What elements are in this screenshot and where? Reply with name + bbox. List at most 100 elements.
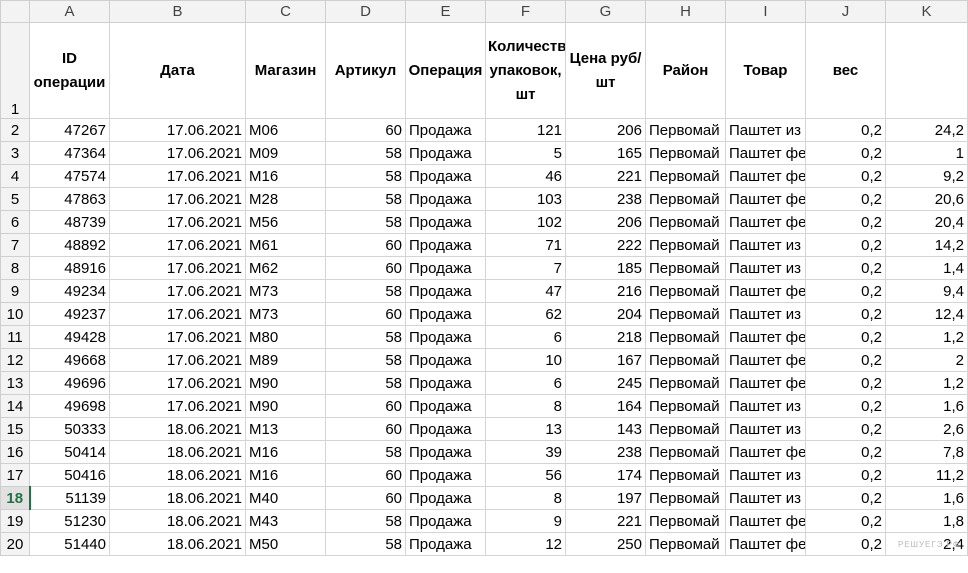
cell-f[interactable]: 12 bbox=[485, 532, 566, 556]
cell-a[interactable]: 47364 bbox=[29, 141, 110, 165]
cell-i[interactable]: Паштет из bbox=[725, 302, 806, 326]
cell-d[interactable]: 60 bbox=[325, 486, 406, 510]
cell-a[interactable]: 49428 bbox=[29, 325, 110, 349]
cell-b[interactable]: 18.06.2021 bbox=[109, 440, 246, 464]
cell-b[interactable]: 17.06.2021 bbox=[109, 210, 246, 234]
cell-j[interactable]: 0,2 bbox=[805, 118, 886, 142]
cell-g[interactable]: 206 bbox=[565, 118, 646, 142]
cell-g[interactable]: 245 bbox=[565, 371, 646, 395]
cell-d[interactable]: 58 bbox=[325, 164, 406, 188]
cell-g[interactable]: 167 bbox=[565, 348, 646, 372]
cell-d[interactable]: 60 bbox=[325, 417, 406, 441]
cell-j[interactable]: 0,2 bbox=[805, 348, 886, 372]
cell-i[interactable]: Паштет фе bbox=[725, 440, 806, 464]
cell-d[interactable]: 58 bbox=[325, 509, 406, 533]
cell-f[interactable]: 8 bbox=[485, 486, 566, 510]
cell-j[interactable]: 0,2 bbox=[805, 279, 886, 303]
cell-h[interactable]: Первомай bbox=[645, 279, 726, 303]
cell-e[interactable]: Продажа bbox=[405, 141, 486, 165]
column-header-k[interactable]: K bbox=[885, 0, 968, 23]
cell-f[interactable]: 71 bbox=[485, 233, 566, 257]
cell-j[interactable]: 0,2 bbox=[805, 256, 886, 280]
cell-k[interactable]: 11,2 bbox=[885, 463, 968, 487]
cell-k[interactable]: 9,4 bbox=[885, 279, 968, 303]
cell-i[interactable]: Паштет из bbox=[725, 486, 806, 510]
cell-d[interactable]: 58 bbox=[325, 187, 406, 211]
cell-e[interactable]: Продажа bbox=[405, 233, 486, 257]
cell-b[interactable]: 17.06.2021 bbox=[109, 348, 246, 372]
cell-d[interactable]: 58 bbox=[325, 371, 406, 395]
cell-a[interactable]: 50414 bbox=[29, 440, 110, 464]
cell-a[interactable]: 48892 bbox=[29, 233, 110, 257]
cell-b[interactable]: 17.06.2021 bbox=[109, 118, 246, 142]
cell-h[interactable]: Первомай bbox=[645, 509, 726, 533]
cell-c[interactable]: M16 bbox=[245, 164, 326, 188]
row-header[interactable]: 14 bbox=[0, 394, 30, 418]
cell-c[interactable]: M16 bbox=[245, 463, 326, 487]
cell-f[interactable]: 121 bbox=[485, 118, 566, 142]
cell-a[interactable]: 51230 bbox=[29, 509, 110, 533]
cell-g[interactable]: 174 bbox=[565, 463, 646, 487]
cell-a[interactable]: 47863 bbox=[29, 187, 110, 211]
cell-c[interactable]: M50 bbox=[245, 532, 326, 556]
cell-g[interactable]: 250 bbox=[565, 532, 646, 556]
cell-i[interactable]: Паштет из bbox=[725, 417, 806, 441]
cell-k[interactable]: 20,6 bbox=[885, 187, 968, 211]
cell-i[interactable]: Паштет фе bbox=[725, 141, 806, 165]
cell-e[interactable]: Продажа bbox=[405, 509, 486, 533]
cell-b[interactable]: 17.06.2021 bbox=[109, 302, 246, 326]
header-cell-k[interactable] bbox=[885, 22, 968, 119]
column-header-h[interactable]: H bbox=[645, 0, 726, 23]
cell-b[interactable]: 18.06.2021 bbox=[109, 417, 246, 441]
cell-k[interactable]: 1,2 bbox=[885, 371, 968, 395]
cell-c[interactable]: M16 bbox=[245, 440, 326, 464]
column-header-g[interactable]: G bbox=[565, 0, 646, 23]
column-header-e[interactable]: E bbox=[405, 0, 486, 23]
cell-d[interactable]: 60 bbox=[325, 233, 406, 257]
cell-c[interactable]: M56 bbox=[245, 210, 326, 234]
cell-f[interactable]: 9 bbox=[485, 509, 566, 533]
cell-d[interactable]: 58 bbox=[325, 210, 406, 234]
row-header[interactable]: 7 bbox=[0, 233, 30, 257]
cell-b[interactable]: 17.06.2021 bbox=[109, 394, 246, 418]
cell-b[interactable]: 17.06.2021 bbox=[109, 233, 246, 257]
cell-f[interactable]: 103 bbox=[485, 187, 566, 211]
cell-c[interactable]: M90 bbox=[245, 371, 326, 395]
cell-a[interactable]: 49698 bbox=[29, 394, 110, 418]
cell-j[interactable]: 0,2 bbox=[805, 509, 886, 533]
cell-b[interactable]: 18.06.2021 bbox=[109, 509, 246, 533]
cell-c[interactable]: M80 bbox=[245, 325, 326, 349]
cell-j[interactable]: 0,2 bbox=[805, 210, 886, 234]
cell-h[interactable]: Первомай bbox=[645, 440, 726, 464]
cell-i[interactable]: Паштет фе bbox=[725, 371, 806, 395]
cell-i[interactable]: Паштет фе bbox=[725, 187, 806, 211]
cell-f[interactable]: 62 bbox=[485, 302, 566, 326]
cell-d[interactable]: 58 bbox=[325, 141, 406, 165]
cell-a[interactable]: 51139 bbox=[29, 486, 110, 510]
cell-h[interactable]: Первомай bbox=[645, 394, 726, 418]
row-header[interactable]: 20 bbox=[0, 532, 30, 556]
cell-a[interactable]: 49696 bbox=[29, 371, 110, 395]
column-header-c[interactable]: C bbox=[245, 0, 326, 23]
cell-f[interactable]: 10 bbox=[485, 348, 566, 372]
header-cell-j[interactable]: вес bbox=[805, 22, 886, 119]
cell-c[interactable]: M73 bbox=[245, 302, 326, 326]
cell-j[interactable]: 0,2 bbox=[805, 302, 886, 326]
cell-a[interactable]: 50333 bbox=[29, 417, 110, 441]
cell-e[interactable]: Продажа bbox=[405, 187, 486, 211]
cell-e[interactable]: Продажа bbox=[405, 371, 486, 395]
cell-b[interactable]: 17.06.2021 bbox=[109, 141, 246, 165]
cell-a[interactable]: 48916 bbox=[29, 256, 110, 280]
cell-f[interactable]: 56 bbox=[485, 463, 566, 487]
cell-g[interactable]: 143 bbox=[565, 417, 646, 441]
cell-c[interactable]: M90 bbox=[245, 394, 326, 418]
cell-d[interactable]: 58 bbox=[325, 440, 406, 464]
cell-f[interactable]: 102 bbox=[485, 210, 566, 234]
header-cell-b[interactable]: Дата bbox=[109, 22, 246, 119]
cell-g[interactable]: 216 bbox=[565, 279, 646, 303]
cell-j[interactable]: 0,2 bbox=[805, 371, 886, 395]
cell-g[interactable]: 204 bbox=[565, 302, 646, 326]
cell-k[interactable]: 20,4 bbox=[885, 210, 968, 234]
cell-j[interactable]: 0,2 bbox=[805, 164, 886, 188]
cell-f[interactable]: 46 bbox=[485, 164, 566, 188]
